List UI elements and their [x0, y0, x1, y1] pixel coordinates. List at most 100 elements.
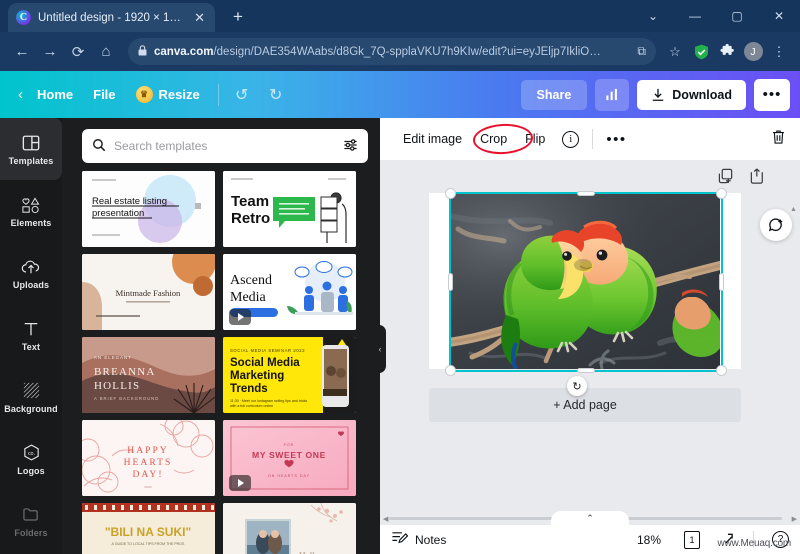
resize-label: Resize	[158, 87, 200, 102]
notes-button[interactable]: Notes	[391, 530, 446, 549]
sidebar-item-elements[interactable]: Elements	[0, 180, 62, 242]
close-tab-icon[interactable]: ✕	[192, 11, 207, 24]
bookmark-star-icon[interactable]: ☆	[662, 39, 688, 65]
page-tools	[718, 168, 765, 187]
lovebirds-image[interactable]	[450, 193, 720, 369]
flip-button[interactable]: Flip	[516, 126, 554, 152]
lock-icon	[138, 44, 147, 59]
browser-toolbar: ← → ⟳ ⌂ canva.com/design/DAE354WAabs/d8G…	[0, 32, 800, 71]
canvas-vertical-scrollbar[interactable]: ▲	[789, 206, 798, 538]
scroll-left-arrow[interactable]: ◀	[383, 515, 388, 523]
svg-text:"BILI NA SUKI": "BILI NA SUKI"	[105, 525, 191, 539]
duplicate-page-icon[interactable]	[718, 168, 734, 187]
template-card-happy-hearts-day[interactable]: HAPPY HEARTS DAY! xoxo	[82, 420, 215, 496]
template-row: Real estate listing presentation Team Re…	[82, 171, 370, 247]
scroll-up-arrow[interactable]: ▲	[789, 206, 798, 213]
template-card-hello-my-sweet-one[interactable]: Hello, my sweet one!	[223, 503, 356, 554]
search-templates-bar[interactable]	[82, 129, 368, 163]
sidebar-item-logos[interactable]: co. Logos	[0, 428, 62, 490]
search-area	[62, 118, 380, 171]
info-icon[interactable]: i	[562, 130, 580, 148]
close-window-icon[interactable]: ✕	[758, 0, 800, 32]
redo-icon[interactable]: ↻	[261, 80, 291, 110]
site-watermark: www.Meuaq.com	[717, 538, 791, 549]
forward-icon[interactable]: →	[36, 38, 64, 66]
share-button[interactable]: Share	[520, 79, 588, 110]
svg-text:BREANNA: BREANNA	[94, 366, 156, 378]
svg-text:A BRIEF BACKGROUND: A BRIEF BACKGROUND	[94, 396, 159, 401]
template-card-bili-na-suki[interactable]: "BILI NA SUKI" A GUIDE TO LOCAL TIPS FRO…	[82, 503, 215, 554]
add-comment-button[interactable]	[760, 209, 792, 241]
maximize-icon[interactable]: ▢	[716, 0, 758, 32]
zoom-level[interactable]: 18%	[637, 533, 661, 547]
template-card-ascend-media[interactable]: Ascend Media	[223, 254, 356, 330]
page-count-badge[interactable]: 1	[684, 528, 706, 549]
rotate-cursor-icon: ↻	[567, 376, 587, 396]
add-page-button[interactable]: + Add page	[429, 388, 741, 422]
download-button[interactable]: Download	[637, 79, 746, 110]
file-menu-button[interactable]: File	[83, 81, 125, 108]
reload-icon[interactable]: ⟳	[64, 38, 92, 66]
svg-text:Mintmade Fashion: Mintmade Fashion	[116, 288, 181, 298]
scroll-right-arrow[interactable]: ▶	[792, 515, 797, 523]
canvas-scroll-area[interactable]: + Add page ↻ ▲ ◀ ▶ ⌃	[380, 160, 800, 554]
minimize-icon[interactable]: —	[674, 0, 716, 32]
background-icon	[22, 381, 41, 401]
template-card-my-sweet-one[interactable]: FOR MY SWEET ONE ON HEARTS DAY	[223, 420, 356, 496]
back-icon[interactable]: ←	[8, 38, 36, 66]
sidebar-item-templates[interactable]: Templates	[0, 118, 62, 180]
profile-avatar[interactable]: J	[740, 39, 766, 65]
new-tab-button[interactable]: +	[228, 7, 248, 27]
home-button[interactable]: Home	[27, 81, 83, 108]
svg-text:presentation: presentation	[92, 208, 144, 219]
sidebar-item-background[interactable]: Background	[0, 366, 62, 428]
collapse-panel-handle[interactable]: ‹	[374, 325, 386, 373]
sidebar-item-folders[interactable]: Folders	[0, 490, 62, 552]
search-input[interactable]	[114, 139, 335, 153]
back-to-home-icon[interactable]: ‹	[10, 80, 27, 109]
editor-area: Edit image Crop Flip i ••• + Add page ↻ …	[380, 118, 800, 554]
template-card-social-media-trends[interactable]: SOCIAL MEDIA SEMINAR 2022 Social Media M…	[223, 337, 356, 413]
template-row: HAPPY HEARTS DAY! xoxo FOR MY SWEET ONE	[82, 420, 370, 496]
svg-text:SOCIAL MEDIA SEMINAR 2022: SOCIAL MEDIA SEMINAR 2022	[230, 348, 305, 353]
browser-menu-icon[interactable]: ⋮	[766, 39, 792, 65]
browser-tab[interactable]: C Untitled design - 1920 × 1080px ✕	[8, 3, 215, 32]
template-card-team-retro[interactable]: Team Retro	[223, 171, 356, 247]
url-path: /design/DAE354WAabs/d8Gk_7Q-spplaVKU7h9K…	[213, 45, 601, 58]
template-card-breanna-hollis[interactable]: AN ELEGANT BREANNA HOLLIS A BRIEF BACKGR…	[82, 337, 215, 413]
home-icon[interactable]: ⌂	[92, 38, 120, 66]
template-card-real-estate[interactable]: Real estate listing presentation	[82, 171, 215, 247]
template-play-icon[interactable]	[229, 475, 251, 491]
undo-redo-group: ↺ ↻	[227, 80, 291, 110]
toolbar-more-button[interactable]: •••	[600, 131, 632, 148]
template-card-mintmade-fashion[interactable]: Mintmade Fashion	[82, 254, 215, 330]
tab-search-icon[interactable]: ⌄	[632, 0, 674, 32]
toolbar-divider	[592, 129, 594, 149]
resize-button[interactable]: ♛ Resize	[126, 80, 210, 109]
insights-button[interactable]	[595, 78, 630, 111]
shield-icon[interactable]	[688, 39, 714, 65]
share-page-icon[interactable]: ⧉	[637, 44, 646, 59]
crop-button[interactable]: Crop	[471, 126, 516, 152]
add-page-after-icon[interactable]	[749, 168, 765, 187]
design-page[interactable]	[429, 193, 741, 369]
svg-text:FOR: FOR	[284, 443, 294, 447]
svg-text:Media: Media	[230, 290, 267, 305]
svg-text:AN ELEGANT: AN ELEGANT	[94, 355, 132, 360]
edit-image-button[interactable]: Edit image	[394, 126, 471, 152]
left-rail: Templates Elements Uploads Text Backgrou…	[0, 118, 62, 554]
svg-text:xoxo: xoxo	[144, 485, 151, 489]
sidebar-item-text[interactable]: Text	[0, 304, 62, 366]
more-options-button[interactable]: •••	[754, 78, 790, 111]
template-play-icon[interactable]	[229, 309, 251, 325]
filters-icon[interactable]	[343, 138, 358, 155]
trash-icon[interactable]	[771, 129, 786, 149]
sidebar-item-uploads[interactable]: Uploads	[0, 242, 62, 304]
address-bar[interactable]: canva.com/design/DAE354WAabs/d8Gk_7Q-spp…	[128, 38, 656, 65]
svg-text:HAPPY: HAPPY	[127, 445, 168, 456]
collapse-timeline-handle[interactable]: ⌃	[551, 511, 629, 526]
undo-icon[interactable]: ↺	[227, 80, 257, 110]
extensions-icon[interactable]	[714, 39, 740, 65]
svg-text:ON HEARTS DAY: ON HEARTS DAY	[268, 474, 310, 478]
bar-chart-icon	[606, 88, 617, 101]
